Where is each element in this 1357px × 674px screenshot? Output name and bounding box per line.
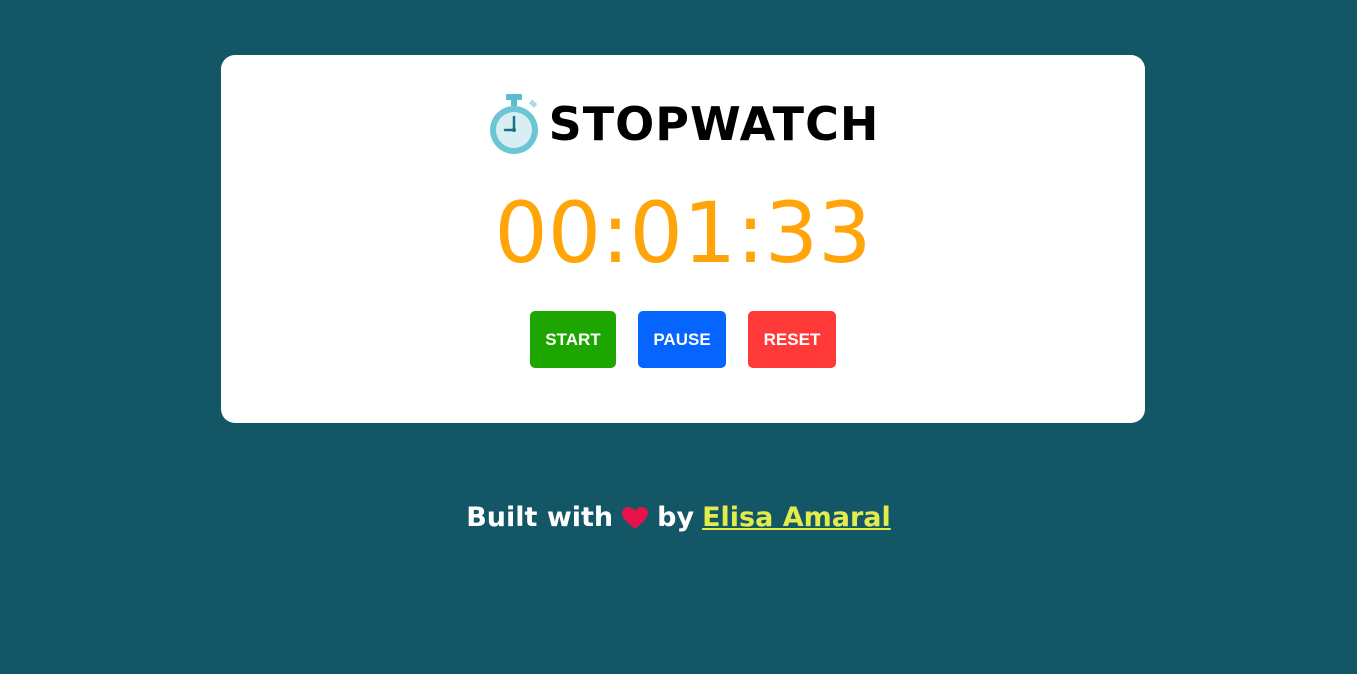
reset-button[interactable]: RESET [748,311,836,368]
app-title: STOPWATCH [548,97,880,151]
pause-button[interactable]: PAUSE [638,311,726,368]
start-button[interactable]: START [530,311,616,368]
footer-prefix: Built with [466,502,614,533]
author-link[interactable]: Elisa Amaral [702,498,891,538]
stopwatch-icon [489,94,538,154]
control-buttons: START PAUSE RESET [221,311,1145,368]
footer-by: by [657,502,695,533]
time-display: 00:01:33 [494,184,872,282]
stopwatch-card: STOPWATCH 00:01:33 START PAUSE RESET [221,55,1145,423]
title-row: STOPWATCH [221,92,1145,156]
footer: Built with by Elisa Amaral [0,498,1357,538]
heart-icon [622,507,649,529]
